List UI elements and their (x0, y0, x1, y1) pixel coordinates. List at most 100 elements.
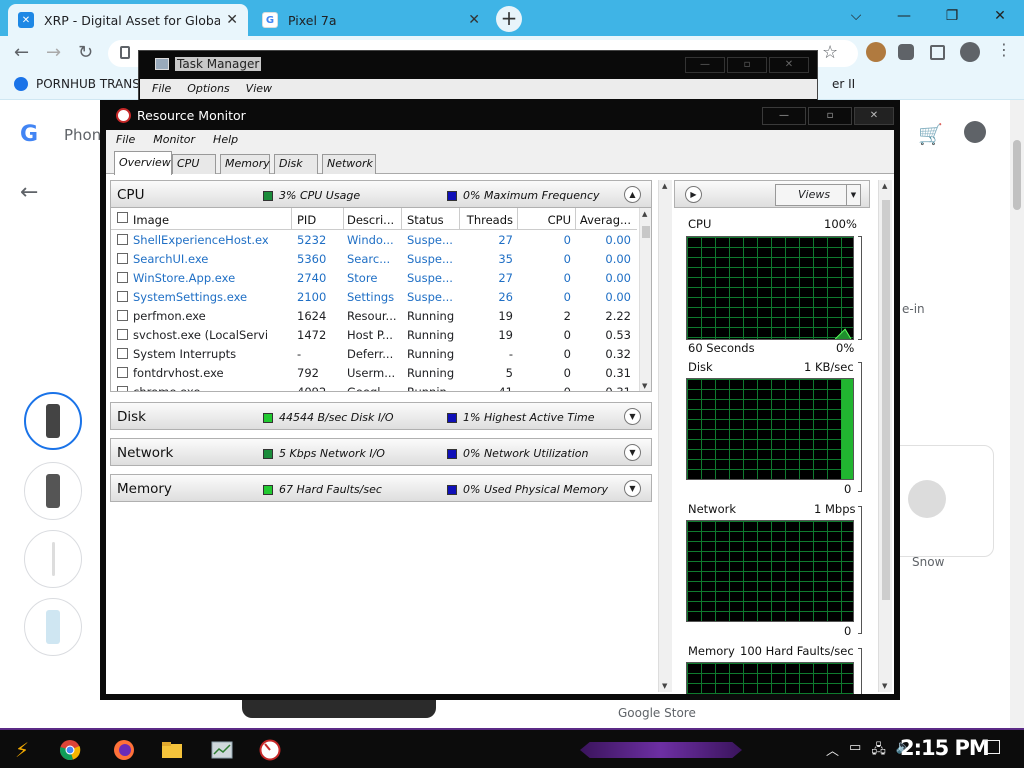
product-thumbnail[interactable] (24, 462, 82, 520)
network-icon[interactable]: 🖧 (871, 740, 886, 762)
close-button[interactable]: ✕ (854, 107, 894, 125)
browser-tab-pixel[interactable]: G Pixel 7a ✕ (252, 4, 490, 36)
task-manager-icon[interactable] (210, 738, 234, 762)
new-tab-button[interactable]: + (496, 6, 522, 32)
table-row[interactable]: SearchUI.exe 5360 Searc... Suspe... 35 0 0.00 (111, 249, 637, 268)
minimize-button[interactable]: — (685, 57, 725, 73)
table-row[interactable]: fontdrvhost.exe 792 Userm... Running 5 0 0.31 (111, 363, 637, 382)
restore-button[interactable]: ❐ (928, 0, 976, 32)
column-header-threads[interactable]: Threads (463, 213, 513, 227)
table-row[interactable]: perfmon.exe 1624 Resour... Running 19 2 2.22 (111, 306, 637, 325)
bookmark-item[interactable]: er II (832, 77, 855, 91)
forward-icon[interactable]: → (46, 42, 61, 63)
product-thumbnail[interactable] (24, 392, 82, 450)
reload-icon[interactable]: ↻ (78, 42, 93, 63)
menu-file[interactable]: File (152, 79, 171, 99)
network-section-header[interactable]: Network 5 Kbps Network I/O 0% Network Ut… (110, 438, 652, 466)
tab-memory[interactable]: Memory (220, 154, 270, 174)
close-tab-icon[interactable]: ✕ (468, 12, 480, 28)
scroll-thumb[interactable] (1013, 140, 1021, 210)
table-row[interactable]: chrome.exe 4092 Googl... Runnin... 41 0 0.31 (111, 382, 637, 391)
extensions-icon[interactable] (898, 44, 914, 60)
chrome-icon[interactable] (58, 738, 82, 762)
title-bar[interactable]: Resource Monitor — ▫ ✕ (100, 100, 900, 130)
chevron-down-icon[interactable]: ▼ (624, 444, 641, 461)
menu-options[interactable]: Options (187, 79, 229, 99)
row-checkbox[interactable] (117, 386, 128, 391)
scroll-up-icon[interactable]: ▲ (642, 210, 647, 218)
bookmark-item[interactable]: PORNHUB TRANS (14, 77, 140, 91)
profile-extension-icon[interactable] (866, 42, 886, 62)
tab-search-icon[interactable]: ⌵ (832, 0, 880, 32)
column-header-status[interactable]: Status (407, 213, 457, 227)
row-checkbox[interactable] (117, 329, 128, 340)
column-header-average[interactable]: Averag... (577, 213, 631, 227)
product-thumbnail[interactable] (24, 598, 82, 656)
scroll-up-icon[interactable]: ▲ (882, 182, 887, 190)
row-checkbox[interactable] (117, 291, 128, 302)
google-logo[interactable]: G (20, 122, 38, 147)
battery-icon[interactable]: ▭ (849, 740, 861, 762)
snow-color-swatch[interactable] (908, 480, 946, 518)
views-dropdown[interactable]: Views ▼ (775, 184, 861, 206)
menu-monitor[interactable]: Monitor (153, 130, 195, 150)
bookmark-star-icon[interactable]: ☆ (822, 42, 838, 63)
maximize-button[interactable]: ▫ (727, 57, 767, 73)
menu-help[interactable]: Help (213, 130, 238, 150)
maximize-button[interactable]: ▫ (808, 107, 852, 125)
firefox-icon[interactable] (112, 738, 136, 762)
scroll-down-icon[interactable]: ▼ (662, 682, 667, 690)
resource-monitor-icon[interactable] (258, 738, 282, 762)
table-row[interactable]: ShellExperienceHost.exe 5232 Windo... Suspe… (111, 230, 637, 249)
menu-file[interactable]: File (116, 130, 135, 150)
menu-view[interactable]: View (246, 79, 272, 99)
chevron-down-icon[interactable]: ▼ (624, 480, 641, 497)
column-header-image[interactable]: Image (133, 213, 268, 227)
tab-overview[interactable]: Overview (114, 151, 172, 175)
chevron-up-icon[interactable]: ▲ (624, 186, 641, 203)
back-icon[interactable]: ← (14, 42, 29, 63)
row-checkbox[interactable] (117, 234, 128, 245)
minimize-button[interactable]: — (880, 0, 928, 32)
account-icon[interactable] (960, 42, 980, 62)
cpu-section-header[interactable]: CPU 3% CPU Usage 0% Maximum Frequency ▲ (110, 180, 652, 208)
column-header-pid[interactable]: PID (297, 213, 343, 227)
scroll-up-icon[interactable]: ▲ (662, 182, 667, 190)
row-checkbox[interactable] (117, 367, 128, 378)
table-row[interactable]: SystemSettings.exe 2100 Settings Suspe... 26… (111, 287, 637, 306)
row-checkbox[interactable] (117, 348, 128, 359)
row-checkbox[interactable] (117, 253, 128, 264)
minimize-button[interactable]: — (762, 107, 806, 125)
left-pane-scrollbar[interactable]: ▲ ▼ (658, 180, 672, 692)
table-scrollbar[interactable]: ▲ ▼ (639, 208, 651, 391)
scroll-thumb[interactable] (882, 200, 890, 600)
select-all-checkbox[interactable] (117, 212, 128, 223)
back-arrow-icon[interactable]: ← (20, 180, 38, 205)
scroll-down-icon[interactable]: ▼ (882, 682, 887, 690)
menu-icon[interactable]: ⋮ (996, 40, 1016, 60)
disk-section-header[interactable]: Disk 44544 B/sec Disk I/O 1% Highest Act… (110, 402, 652, 430)
side-panel-icon[interactable] (930, 45, 945, 60)
row-checkbox[interactable] (117, 272, 128, 283)
tab-network[interactable]: Network (322, 154, 376, 174)
scroll-thumb[interactable] (642, 226, 650, 238)
column-header-description[interactable]: Descri... (347, 213, 399, 227)
graphs-scrollbar[interactable]: ▲ ▼ (878, 180, 892, 692)
collapse-pane-icon[interactable]: ▶ (685, 186, 702, 203)
browser-tab-xrp[interactable]: ✕ XRP - Digital Asset for Global T ✕ (8, 4, 248, 36)
account-icon[interactable] (964, 121, 986, 143)
table-row[interactable]: WinStore.App.exe 2740 Store Suspe... 27 0 0.00 (111, 268, 637, 287)
column-header-cpu[interactable]: CPU (521, 213, 571, 227)
row-checkbox[interactable] (117, 310, 128, 321)
clock[interactable]: 2:15 PM (900, 736, 990, 760)
memory-section-header[interactable]: Memory 67 Hard Faults/sec 0% Used Physic… (110, 474, 652, 502)
tray-chevron-icon[interactable]: ︿ (826, 740, 839, 762)
product-thumbnail[interactable] (24, 530, 82, 588)
action-center-icon[interactable] (984, 740, 1000, 754)
chevron-down-icon[interactable]: ▼ (624, 408, 641, 425)
start-icon[interactable]: ⚡ (10, 738, 34, 762)
tab-disk[interactable]: Disk (274, 154, 318, 174)
close-button[interactable]: ✕ (769, 57, 809, 73)
cart-icon[interactable]: 🛒 (918, 122, 943, 146)
file-explorer-icon[interactable] (160, 738, 184, 762)
